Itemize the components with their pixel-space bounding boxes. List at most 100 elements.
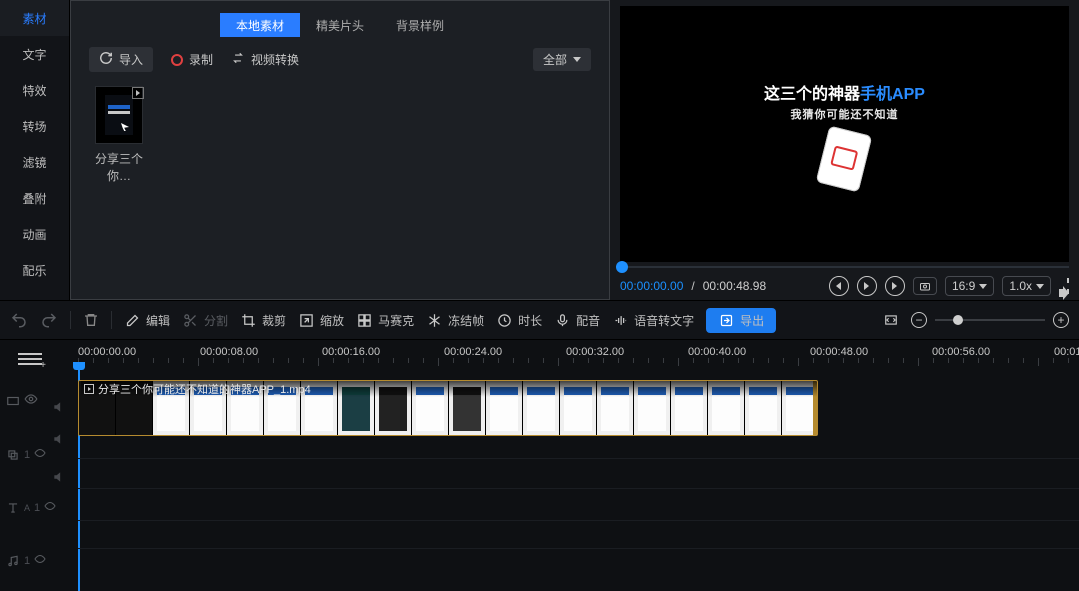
timecode-current: 00:00:00.00 [620,279,683,293]
zoom-slider[interactable] [935,319,1045,321]
empty-track[interactable] [78,520,1079,546]
stt-button[interactable]: 语音转文字 [612,312,694,329]
freeze-button[interactable]: 冻结帧 [426,312,484,329]
audio-track-header[interactable]: 1 [6,553,56,568]
eye-icon [34,447,46,462]
split-button[interactable]: 分割 [182,312,228,329]
mosaic-icon [356,312,372,328]
chevron-down-icon [1036,284,1044,289]
track-index: 1 [34,502,40,514]
export-label: 导出 [740,312,764,329]
mic-icon [554,312,570,328]
export-icon [718,312,734,328]
aspect-dropdown[interactable]: 16:9 [945,276,994,296]
video-track-header[interactable] [6,392,56,409]
snapshot-button[interactable] [913,277,937,295]
next-button[interactable] [885,276,905,296]
side-tab-anim[interactable]: 动画 [0,216,69,252]
clip-name: 分享三个你… [89,150,149,184]
track-menu-button[interactable]: + [18,350,42,368]
video-preview[interactable]: 这三个的神器手机APP 我猜你可能还不知道 [620,6,1069,262]
undo-button[interactable] [10,311,28,329]
refresh-icon [99,51,113,68]
import-button[interactable]: 导入 [89,47,153,72]
scale-label: 缩放 [320,312,344,329]
side-tabs: 素材 文字 特效 转场 滤镜 叠附 动画 配乐 [0,0,70,300]
zoom-handle[interactable] [953,315,963,325]
redo-button[interactable] [40,311,58,329]
convert-button[interactable]: 视频转换 [231,51,299,68]
speed-dropdown[interactable]: 1.0x [1002,276,1051,296]
ruler-label: 00:00:24.00 [444,346,502,358]
scale-button[interactable]: 缩放 [298,312,344,329]
side-tab-material[interactable]: 素材 [0,0,69,36]
side-tab-overlay[interactable]: 叠附 [0,180,69,216]
side-tab-fx[interactable]: 特效 [0,72,69,108]
zoom-out-button[interactable] [911,312,927,328]
timeline-panel: + 1 A1 1 00:00:00.00 00:00:08.00 00:00:1… [0,340,1079,591]
empty-track[interactable] [78,458,1079,484]
pencil-icon [124,312,140,328]
record-button[interactable]: 录制 [171,51,213,68]
dub-button[interactable]: 配音 [554,312,600,329]
track-index: 1 [24,449,30,461]
preview-text-1a: 这三个的神器 [764,86,860,103]
snowflake-icon [426,312,442,328]
track-index: 1 [24,555,30,567]
edit-toolbar: 编辑 分割 裁剪 缩放 马赛克 冻结帧 时长 配音 语音转文字 导出 [0,300,1079,340]
chevron-down-icon [573,57,581,62]
freeze-label: 冻结帧 [448,312,484,329]
side-tab-filter[interactable]: 滤镜 [0,144,69,180]
scrubber-handle[interactable] [616,261,628,273]
media-filter-dropdown[interactable]: 全部 [533,48,591,71]
eye-icon [44,500,56,515]
timeline-clip[interactable]: 分享三个你可能还不知道的神器APP_1.mp4 [78,380,818,436]
side-tab-transition[interactable]: 转场 [0,108,69,144]
crop-icon [240,312,256,328]
zoom-in-button[interactable] [1053,312,1069,328]
empty-track[interactable] [78,548,1079,574]
preview-text-1b: 手机APP [860,86,925,103]
speaker-icon[interactable] [52,470,66,484]
ruler-label: 00:00:00.00 [78,346,136,358]
play-icon [84,384,94,394]
swap-icon [231,51,245,68]
text-track-header[interactable]: A1 [6,500,56,515]
crop-button[interactable]: 裁剪 [240,312,286,329]
clip-play-icon[interactable] [132,87,144,99]
mosaic-button[interactable]: 马赛克 [356,312,414,329]
ruler-label: 00:00:16.00 [322,346,380,358]
empty-track[interactable] [78,488,1079,514]
preview-graphic [816,126,873,193]
duration-button[interactable]: 时长 [496,312,542,329]
ruler-label: 00:00:56.00 [932,346,990,358]
media-tab-intro[interactable]: 精美片头 [300,13,380,37]
media-clip[interactable]: 分享三个你… [89,86,149,184]
speaker-icon[interactable] [52,400,66,414]
scissors-icon [182,312,198,328]
record-label: 录制 [189,51,213,68]
convert-label: 视频转换 [251,51,299,68]
duration-label: 时长 [518,312,542,329]
preview-scrubber[interactable] [620,266,1069,268]
clip-filename: 分享三个你可能还不知道的神器APP_1.mp4 [98,381,311,397]
filter-label: 全部 [543,51,567,68]
play-button[interactable] [857,276,877,296]
fullscreen-button[interactable] [1067,279,1069,293]
edit-button[interactable]: 编辑 [124,312,170,329]
crop-label: 裁剪 [262,312,286,329]
media-tab-local[interactable]: 本地素材 [220,13,300,37]
time-ruler[interactable]: 00:00:00.00 00:00:08.00 00:00:16.00 00:0… [78,344,1079,368]
voice-to-text-icon [612,312,628,328]
prev-button[interactable] [829,276,849,296]
media-tab-bg[interactable]: 背景样例 [380,13,460,37]
export-button[interactable]: 导出 [706,308,776,333]
fit-button[interactable] [883,313,899,327]
ruler-label: 00:00:40.00 [688,346,746,358]
speaker-icon[interactable] [52,432,66,446]
side-tab-music[interactable]: 配乐 [0,252,69,288]
side-tab-text[interactable]: 文字 [0,36,69,72]
timecode-total: 00:00:48.98 [703,279,766,293]
overlay-track-header[interactable]: 1 [6,447,56,462]
delete-button[interactable] [83,312,99,328]
